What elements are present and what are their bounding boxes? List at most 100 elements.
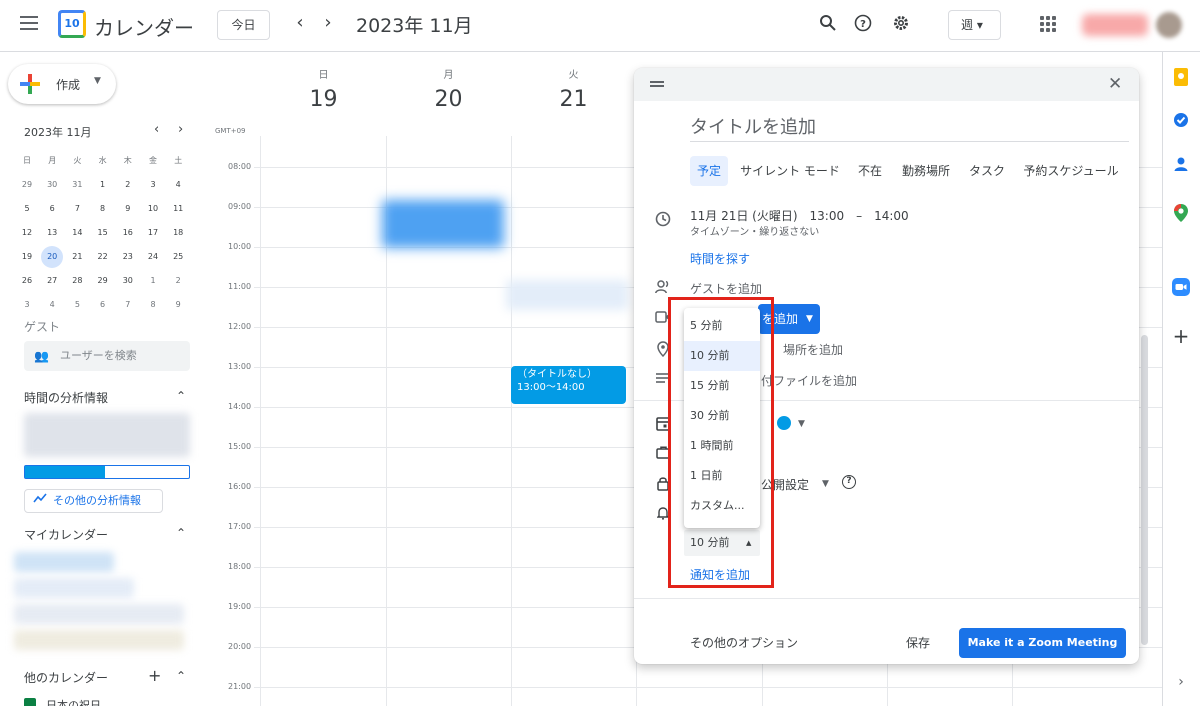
mini-day-cell[interactable]: 4 [167,174,189,196]
apps-grid-icon[interactable] [1040,16,1056,32]
event-redacted[interactable] [506,280,628,310]
mini-day-cell[interactable]: 17 [142,222,164,244]
mini-day-cell[interactable]: 13 [41,222,63,244]
mini-day-cell[interactable]: 9 [117,198,139,220]
chevron-up-icon[interactable]: ⌃ [176,526,186,540]
mini-day-cell[interactable]: 5 [16,198,38,220]
find-time-link[interactable]: 時間を探す [690,250,750,267]
close-icon[interactable]: ✕ [1108,74,1122,94]
mini-day-cell[interactable]: 1 [142,270,164,292]
tab-focus-mode[interactable]: サイレント モード [736,156,844,186]
search-users-input[interactable]: 👥 ユーザーを検索 [24,341,190,371]
mini-day-cell[interactable]: 18 [167,222,189,244]
chevron-up-icon[interactable]: ⌃ [176,389,186,403]
mini-day-cell[interactable]: 31 [66,174,88,196]
mini-day-cell[interactable]: 7 [66,198,88,220]
mini-day-cell[interactable]: 9 [167,294,189,316]
mini-day-cell[interactable]: 22 [92,246,114,268]
zoom-icon[interactable] [1171,278,1191,298]
mini-day-cell[interactable]: 20 [41,246,64,268]
main-menu-icon[interactable] [20,16,38,30]
mini-day-cell[interactable]: 30 [117,270,139,292]
grid-scrollbar[interactable] [1141,335,1148,645]
mini-day-cell[interactable]: 23 [117,246,139,268]
contacts-icon[interactable] [1171,156,1191,176]
mini-day-cell[interactable]: 5 [66,294,88,316]
mini-day-cell[interactable]: 6 [41,198,63,220]
chevron-down-icon[interactable]: ▼ [806,304,813,334]
expand-panel-icon[interactable]: › [1171,672,1191,692]
day-header-sun[interactable]: 日 19 [261,66,386,112]
event-color-swatch[interactable] [777,416,791,430]
timezone-repeat[interactable]: タイムゾーン・繰り返さない [690,223,819,238]
dialog-drag-bar[interactable] [634,68,1139,101]
keep-icon[interactable] [1171,68,1191,88]
account-avatar[interactable] [1156,12,1182,38]
tab-out-of-office[interactable]: 不在 [852,156,888,186]
settings-gear-icon[interactable] [890,14,912,36]
mini-day-cell[interactable]: 8 [92,198,114,220]
mini-day-cell[interactable]: 25 [167,246,189,268]
view-selector[interactable]: 週 ▾ [948,10,1001,40]
mini-day-cell[interactable]: 26 [16,270,38,292]
event-datetime[interactable]: 11月 21日 (火曜日) 13:00 – 14:00 [690,207,909,224]
drag-handle-icon[interactable] [650,81,664,87]
mini-day-cell[interactable]: 11 [167,198,189,220]
mini-day-cell[interactable]: 6 [92,294,114,316]
chevron-down-icon[interactable]: ▼ [822,479,829,489]
tab-event[interactable]: 予定 [690,156,728,186]
mini-day-cell[interactable]: 3 [16,294,38,316]
help-icon[interactable]: ? [852,14,874,36]
add-attachment-field[interactable]: 付ファイルを追加 [761,372,857,389]
draft-event[interactable]: （タイトルなし） 13:00～14:00 [511,366,626,404]
next-period-icon[interactable]: › [316,12,340,36]
mini-day-cell[interactable]: 24 [142,246,164,268]
mini-day-cell[interactable]: 29 [92,270,114,292]
mini-day-cell[interactable]: 28 [66,270,88,292]
tab-working-location[interactable]: 勤務場所 [896,156,956,186]
search-icon[interactable] [817,14,839,36]
mini-day-cell[interactable]: 8 [142,294,164,316]
mini-day-cell[interactable]: 7 [117,294,139,316]
mini-day-cell[interactable]: 21 [66,246,88,268]
mini-day-cell[interactable]: 29 [16,174,38,196]
event-redacted[interactable] [382,200,504,248]
more-insights-button[interactable]: その他の分析情報 [24,489,163,513]
mini-day-cell[interactable]: 19 [16,246,38,268]
maps-icon[interactable] [1171,204,1191,224]
chevron-up-icon[interactable]: ⌃ [176,669,186,683]
mini-day-cell[interactable]: 14 [66,222,88,244]
add-guests-field[interactable]: ゲストを追加 [690,280,762,297]
mini-day-cell[interactable]: 4 [41,294,63,316]
save-button[interactable]: 保存 [906,634,930,651]
make-zoom-meeting-button[interactable]: Make it a Zoom Meeting [959,628,1126,658]
mini-day-cell[interactable]: 3 [142,174,164,196]
today-button[interactable]: 今日 [217,10,270,40]
help-icon[interactable]: ? [842,475,856,489]
event-title-input[interactable] [690,114,1129,142]
mini-day-cell[interactable]: 12 [16,222,38,244]
more-options-button[interactable]: その他のオプション [690,634,798,651]
mini-day-cell[interactable]: 16 [117,222,139,244]
mini-prev-icon[interactable]: ‹ [154,122,159,137]
add-location-field[interactable]: 場所を追加 [783,341,843,358]
prev-period-icon[interactable]: ‹ [288,12,312,36]
add-addon-icon[interactable]: + [1171,326,1191,346]
mini-day-cell[interactable]: 10 [142,198,164,220]
mini-day-cell[interactable]: 2 [167,270,189,292]
tab-task[interactable]: タスク [964,156,1010,186]
add-calendar-icon[interactable]: + [148,666,161,685]
mini-day-cell[interactable]: 30 [41,174,63,196]
mini-day-cell[interactable]: 27 [41,270,63,292]
holiday-calendar-checkbox[interactable] [24,698,36,706]
chevron-down-icon[interactable]: ▼ [798,419,805,429]
create-button[interactable]: 作成 ▼ [8,64,116,104]
mini-next-icon[interactable]: › [178,122,183,137]
mini-day-cell[interactable]: 15 [92,222,114,244]
day-header-tue[interactable]: 火 21 [511,66,636,112]
tasks-icon[interactable] [1171,112,1191,132]
mini-day-cell[interactable]: 1 [92,174,114,196]
day-header-mon[interactable]: 月 20 [386,66,511,112]
tab-appointment-schedule[interactable]: 予約スケジュール [1018,156,1124,186]
mini-day-cell[interactable]: 2 [117,174,139,196]
